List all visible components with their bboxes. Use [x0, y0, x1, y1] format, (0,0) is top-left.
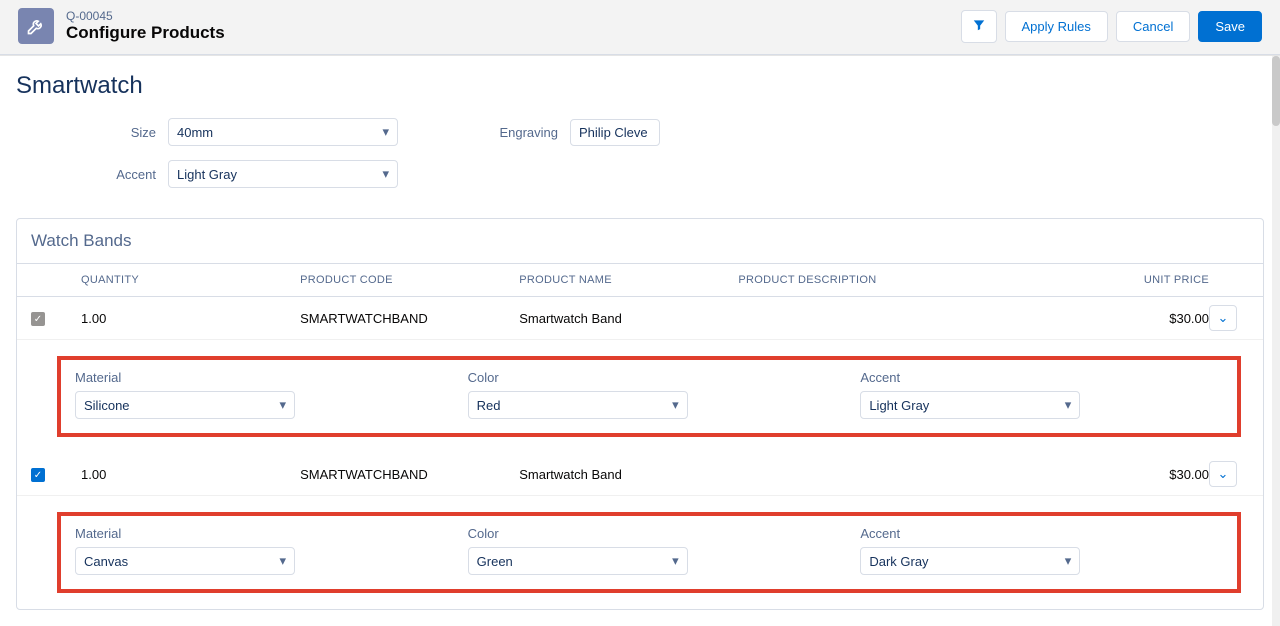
top-bar-actions: Apply Rules Cancel Save — [961, 10, 1262, 43]
color-select[interactable]: Red ▾ — [468, 391, 688, 419]
scrollbar-track[interactable] — [1272, 56, 1280, 626]
material-label: Material — [75, 370, 438, 385]
band-accent-label: Accent — [860, 370, 1223, 385]
col-code: PRODUCT CODE — [300, 274, 519, 286]
color-select[interactable]: Green ▾ — [468, 547, 688, 575]
page-title: Configure Products — [66, 23, 225, 43]
band-accent-value: Light Gray — [869, 398, 929, 413]
size-select[interactable]: 40mm ▾ — [168, 118, 398, 146]
engraving-label: Engraving — [498, 125, 558, 140]
product-config-row-2: Accent Light Gray ▾ — [16, 160, 1264, 202]
top-bar-left: Q-00045 Configure Products — [18, 8, 225, 44]
color-value: Green — [477, 554, 513, 569]
row-code: SMARTWATCHBAND — [300, 467, 519, 482]
chevron-down-icon: ▾ — [672, 397, 679, 413]
row-price: $30.00 — [1089, 467, 1209, 482]
funnel-icon — [972, 18, 986, 32]
col-expand — [1209, 274, 1249, 286]
table-row: ✓ 1.00 SMARTWATCHBAND Smartwatch Band $3… — [17, 453, 1263, 496]
chevron-down-icon: ⌄ — [1218, 466, 1229, 482]
watch-bands-panel: Watch Bands QUANTITY PRODUCT CODE PRODUC… — [16, 218, 1264, 610]
wrench-icon — [18, 8, 54, 44]
color-field: Color Red ▾ — [468, 370, 831, 419]
row-expand-button[interactable]: ⌄ — [1209, 461, 1237, 487]
chevron-down-icon: ▾ — [382, 124, 389, 140]
apply-rules-button[interactable]: Apply Rules — [1005, 11, 1108, 42]
material-value: Silicone — [84, 398, 130, 413]
accent-field: Accent Light Gray ▾ — [78, 160, 398, 188]
row-price: $30.00 — [1089, 311, 1209, 326]
color-label: Color — [468, 370, 831, 385]
watch-bands-title: Watch Bands — [17, 219, 1263, 264]
size-field: Size 40mm ▾ — [96, 118, 398, 146]
chevron-down-icon: ▾ — [1065, 553, 1072, 569]
size-value: 40mm — [177, 125, 213, 140]
col-quantity: QUANTITY — [81, 274, 300, 286]
col-name: PRODUCT NAME — [519, 274, 738, 286]
band-config-highlight: Material Canvas ▾ Color Green ▾ Accent D… — [57, 512, 1241, 593]
row-quantity: 1.00 — [81, 467, 300, 482]
material-value: Canvas — [84, 554, 128, 569]
material-field: Material Canvas ▾ — [75, 526, 438, 575]
accent-select[interactable]: Light Gray ▾ — [168, 160, 398, 188]
color-value: Red — [477, 398, 501, 413]
band-accent-value: Dark Gray — [869, 554, 928, 569]
color-field: Color Green ▾ — [468, 526, 831, 575]
watch-bands-header: QUANTITY PRODUCT CODE PRODUCT NAME PRODU… — [17, 264, 1263, 297]
band-accent-field: Accent Light Gray ▾ — [860, 370, 1223, 419]
record-id: Q-00045 — [66, 9, 225, 23]
material-select[interactable]: Canvas ▾ — [75, 547, 295, 575]
filter-button[interactable] — [961, 10, 997, 43]
col-price: UNIT PRICE — [1089, 274, 1209, 286]
band-config-highlight: Material Silicone ▾ Color Red ▾ Accent L… — [57, 356, 1241, 437]
top-bar: Q-00045 Configure Products Apply Rules C… — [0, 0, 1280, 55]
row-name: Smartwatch Band — [519, 467, 738, 482]
row-quantity: 1.00 — [81, 311, 300, 326]
row-name: Smartwatch Band — [519, 311, 738, 326]
row-checkbox[interactable]: ✓ — [31, 312, 45, 326]
row-expand-button[interactable]: ⌄ — [1209, 305, 1237, 331]
row-checkbox[interactable]: ✓ — [31, 468, 45, 482]
product-config-row-1: Size 40mm ▾ Engraving Philip Cleve — [16, 118, 1264, 160]
save-button[interactable]: Save — [1198, 11, 1262, 42]
table-row: ✓ 1.00 SMARTWATCHBAND Smartwatch Band $3… — [17, 297, 1263, 340]
material-label: Material — [75, 526, 438, 541]
chevron-down-icon: ▾ — [672, 553, 679, 569]
accent-label: Accent — [78, 167, 156, 182]
chevron-down-icon: ⌄ — [1218, 310, 1229, 326]
band-accent-select[interactable]: Dark Gray ▾ — [860, 547, 1080, 575]
chevron-down-icon: ▾ — [1065, 397, 1072, 413]
chevron-down-icon: ▾ — [382, 166, 389, 182]
color-label: Color — [468, 526, 831, 541]
band-accent-field: Accent Dark Gray ▾ — [860, 526, 1223, 575]
band-accent-label: Accent — [860, 526, 1223, 541]
row-code: SMARTWATCHBAND — [300, 311, 519, 326]
material-select[interactable]: Silicone ▾ — [75, 391, 295, 419]
engraving-field: Engraving Philip Cleve — [498, 118, 660, 146]
engraving-value: Philip Cleve — [579, 125, 648, 140]
scrollbar-thumb[interactable] — [1272, 56, 1280, 126]
cancel-button[interactable]: Cancel — [1116, 11, 1190, 42]
accent-value: Light Gray — [177, 167, 237, 182]
engraving-input[interactable]: Philip Cleve — [570, 119, 660, 146]
chevron-down-icon: ▾ — [279, 397, 286, 413]
content-area: Smartwatch Size 40mm ▾ Engraving Philip … — [0, 55, 1280, 626]
col-description: PRODUCT DESCRIPTION — [738, 274, 1089, 286]
band-accent-select[interactable]: Light Gray ▾ — [860, 391, 1080, 419]
product-name: Smartwatch — [16, 72, 1264, 100]
size-label: Size — [96, 125, 156, 140]
chevron-down-icon: ▾ — [279, 553, 286, 569]
material-field: Material Silicone ▾ — [75, 370, 438, 419]
col-checkbox — [31, 274, 81, 286]
